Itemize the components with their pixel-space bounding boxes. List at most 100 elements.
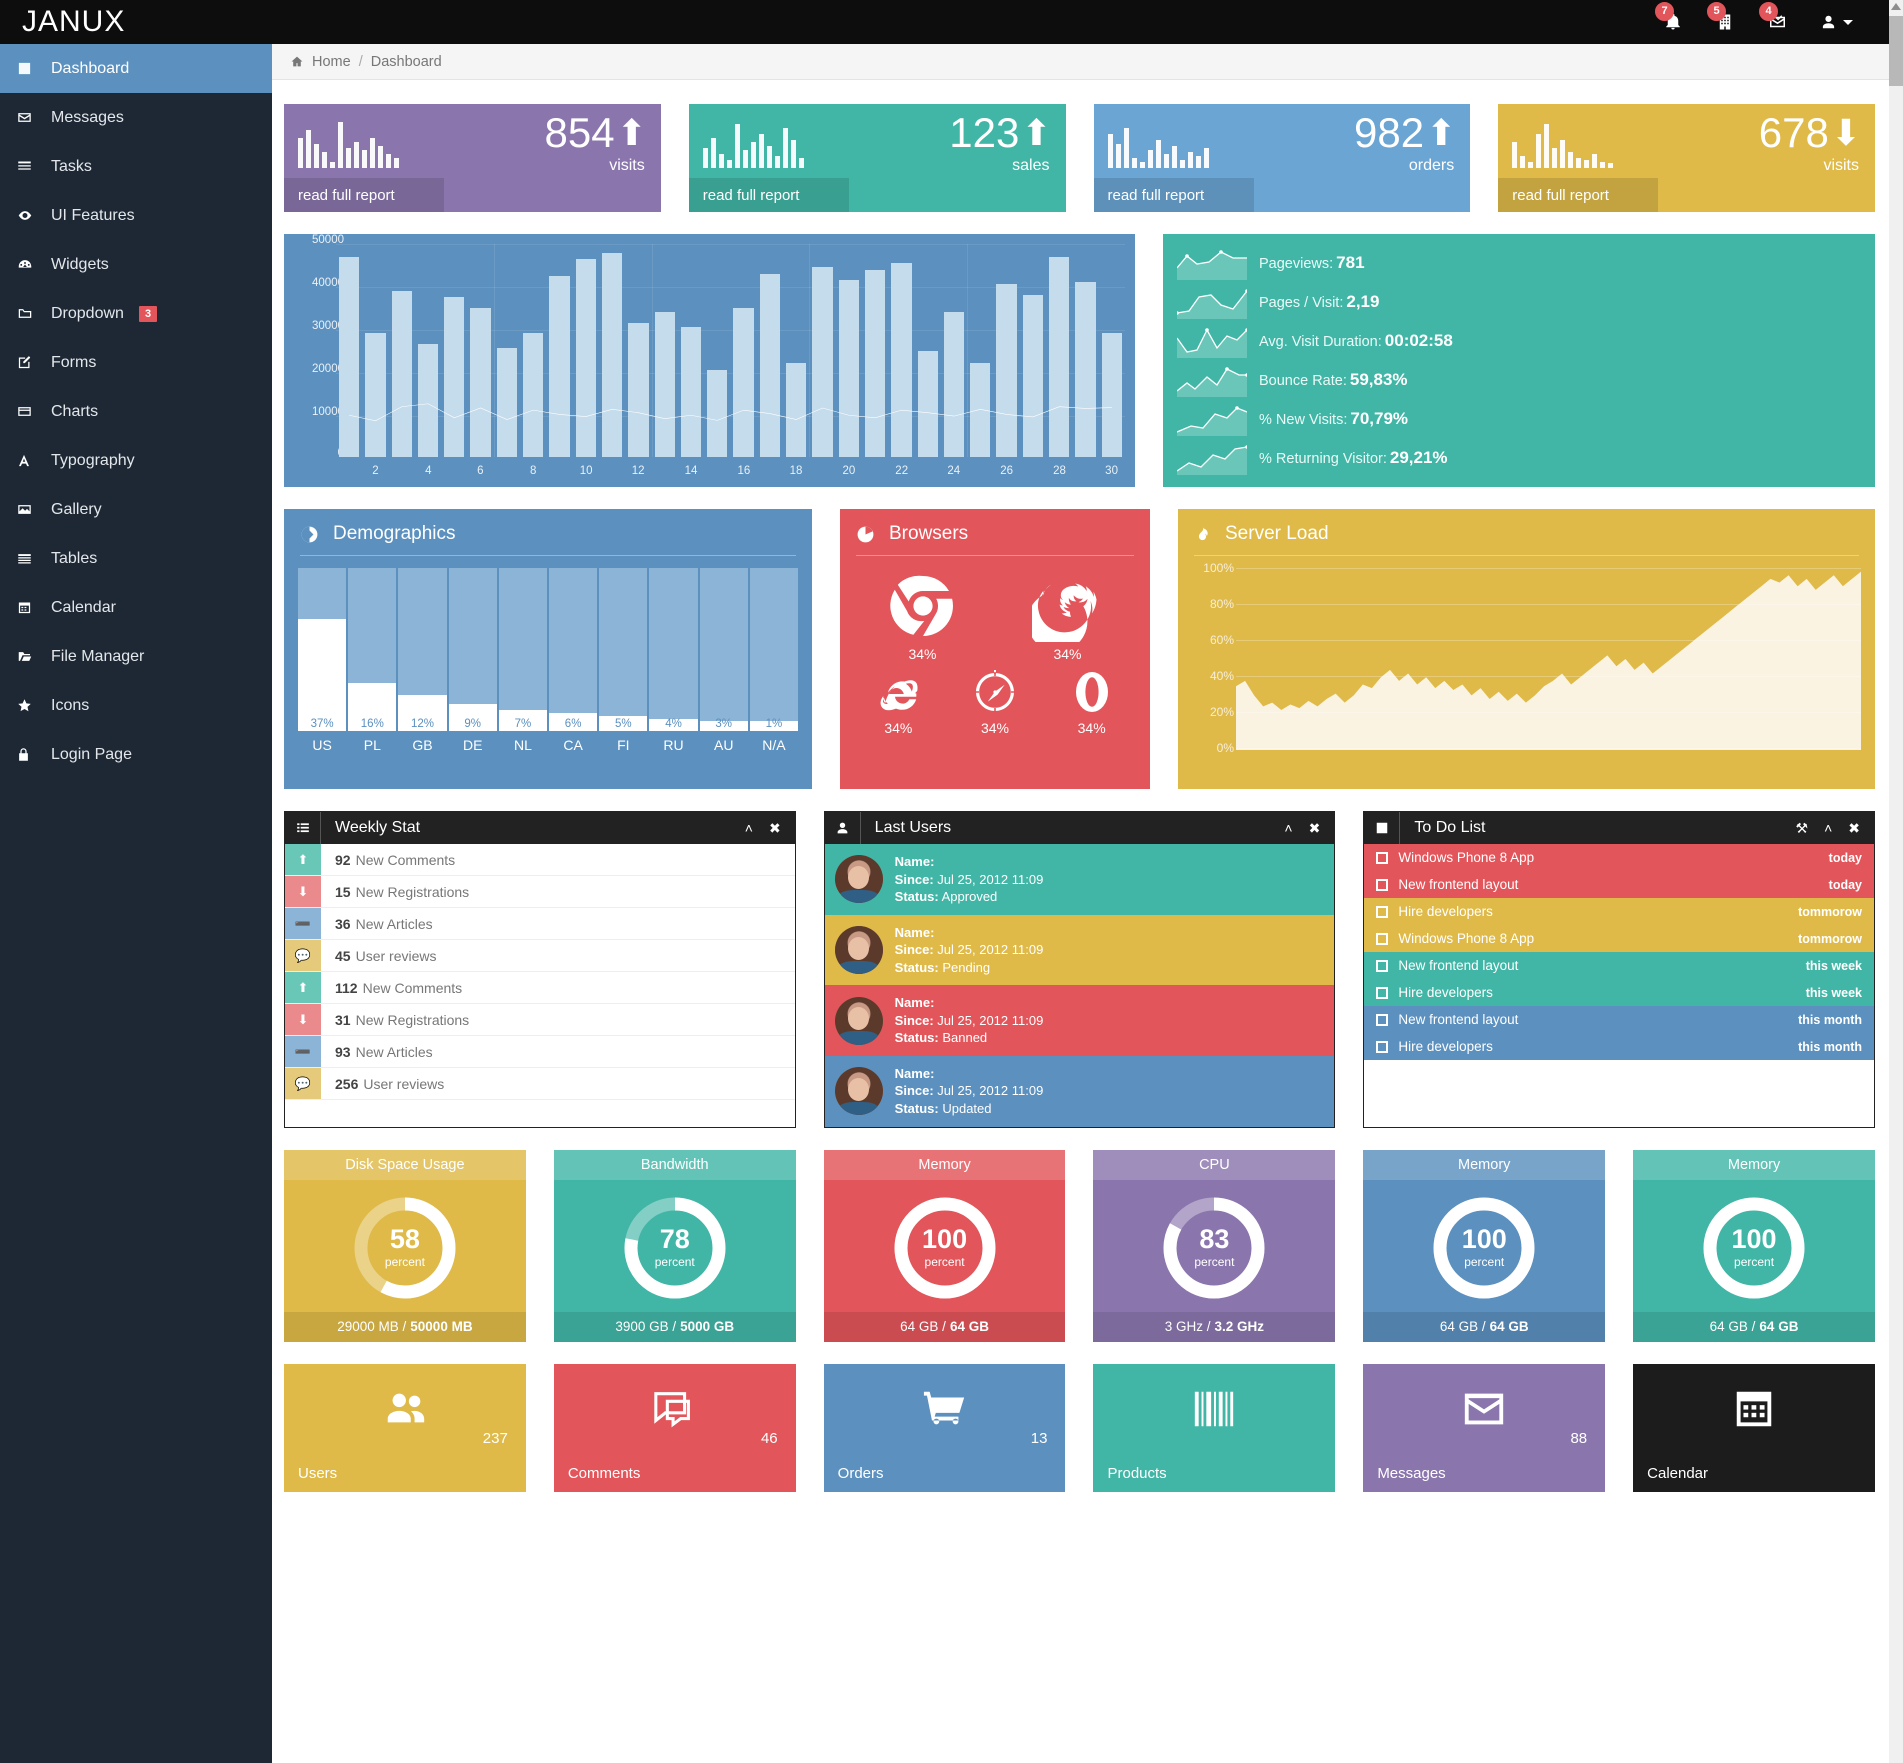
- demographics-column[interactable]: 1%: [749, 568, 799, 731]
- read-full-report-link[interactable]: read full report: [1093, 178, 1254, 212]
- browser-safari[interactable]: 34%: [971, 668, 1019, 736]
- brand-logo[interactable]: JANUX: [0, 0, 272, 44]
- todo-checkbox[interactable]: [1376, 851, 1389, 864]
- weekly-stat-row[interactable]: ➖ 36 New Articles: [285, 908, 795, 940]
- tile-orders[interactable]: 13 Orders: [823, 1363, 1066, 1492]
- last-user-row[interactable]: Name: Since: Jul 25, 2012 11:09 Status: B…: [824, 985, 1335, 1056]
- visits-bar-chart[interactable]: 50000 40000 30000 20000 10000 0: [284, 234, 1135, 487]
- close-button[interactable]: ✖: [1848, 820, 1860, 837]
- weekly-stat-row[interactable]: 💬 256 User reviews: [285, 1068, 795, 1100]
- breadcrumb-home[interactable]: Home: [312, 54, 351, 70]
- sidebar-item-calendar[interactable]: Calendar: [0, 583, 272, 632]
- demographics-column[interactable]: 7%: [498, 568, 548, 731]
- todo-row[interactable]: New frontend layout this month: [1364, 1006, 1875, 1033]
- todo-row[interactable]: New frontend layout this week: [1364, 952, 1875, 979]
- todo-checkbox[interactable]: [1376, 959, 1389, 972]
- gauge-card[interactable]: CPU 83 percent 3 GHz /3.2 GHz: [1093, 1149, 1336, 1342]
- weekly-stat-row[interactable]: ⬇ 31 New Registrations: [285, 1004, 795, 1036]
- todo-checkbox[interactable]: [1376, 986, 1389, 999]
- gauge-card[interactable]: Memory 100 percent 64 GB /64 GB: [823, 1149, 1066, 1342]
- scroll-thumb[interactable]: [1889, 16, 1903, 86]
- tile-users[interactable]: 237 Users: [284, 1363, 526, 1492]
- sidebar-item-dashboard[interactable]: Dashboard: [0, 44, 272, 93]
- todo-row[interactable]: Hire developers this week: [1364, 979, 1875, 1006]
- close-button[interactable]: ✖: [769, 820, 781, 837]
- sidebar-item-login-page[interactable]: Login Page: [0, 730, 272, 779]
- todo-checkbox[interactable]: [1376, 1013, 1389, 1026]
- visit-stat-row: Pageviews: 781: [1177, 244, 1861, 282]
- tile-products[interactable]: Products: [1093, 1363, 1336, 1492]
- last-user-row[interactable]: Name: Since: Jul 25, 2012 11:09 Status: P…: [824, 914, 1335, 986]
- todo-row[interactable]: Hire developers this month: [1364, 1033, 1875, 1060]
- browser-ie[interactable]: 34%: [874, 668, 922, 736]
- gauge-card[interactable]: Bandwidth 78 percent 3900 GB /5000 GB: [553, 1149, 796, 1342]
- browser-opera[interactable]: 34%: [1068, 668, 1116, 736]
- todo-row[interactable]: New frontend layout today: [1364, 871, 1875, 898]
- stat-card-visits-2[interactable]: 678 ⬇ visits read full report: [1498, 104, 1875, 212]
- todo-row[interactable]: Windows Phone 8 App tommorow: [1364, 925, 1875, 952]
- sidebar-item-widgets[interactable]: Widgets: [0, 240, 272, 289]
- scroll-up-arrow-icon[interactable]: [1891, 3, 1901, 10]
- close-button[interactable]: ✖: [1309, 820, 1321, 837]
- collapse-button[interactable]: ˄: [1824, 820, 1832, 837]
- calendar-icon: [16, 600, 38, 615]
- todo-checkbox[interactable]: [1376, 905, 1389, 918]
- gauge-card[interactable]: Memory 100 percent 64 GB /64 GB: [1363, 1149, 1606, 1342]
- demographics-column[interactable]: 5%: [599, 568, 648, 731]
- tile-comments[interactable]: 46 Comments: [553, 1363, 796, 1492]
- demographics-column[interactable]: 4%: [649, 568, 698, 731]
- x-tick: 28: [1053, 465, 1066, 477]
- gauge-card[interactable]: Disk Space Usage 58 percent 29000 MB /50000…: [284, 1149, 526, 1342]
- last-user-row[interactable]: Name: Since: Jul 25, 2012 11:09 Status: A…: [824, 844, 1335, 915]
- demographics-column[interactable]: 6%: [549, 568, 598, 731]
- sidebar-item-tables[interactable]: Tables: [0, 534, 272, 583]
- weekly-stat-row[interactable]: ⬇ 15 New Registrations: [285, 876, 795, 908]
- todo-row[interactable]: Hire developers tommorow: [1364, 898, 1875, 925]
- sidebar-item-ui-features[interactable]: UI Features: [0, 191, 272, 240]
- sidebar-item-tasks[interactable]: Tasks: [0, 142, 272, 191]
- stat-card-visits[interactable]: 854 ⬆ visits read full report: [284, 104, 661, 212]
- notifications-bell-icon[interactable]: 7: [1655, 2, 1682, 31]
- user-menu[interactable]: [1821, 14, 1853, 30]
- read-full-report-link[interactable]: read full report: [284, 178, 444, 212]
- weekly-stat-row[interactable]: ➖ 93 New Articles: [285, 1036, 795, 1068]
- demographics-column[interactable]: 12%: [398, 568, 447, 731]
- sidebar-item-dropdown[interactable]: Dropdown 3: [0, 289, 272, 338]
- tasks-building-icon[interactable]: 5: [1707, 2, 1734, 31]
- collapse-button[interactable]: ˄: [1284, 820, 1292, 837]
- gauge-card[interactable]: Memory 100 percent 64 GB /64 GB: [1633, 1149, 1875, 1342]
- weekly-stat-row[interactable]: ⬆ 92 New Comments: [285, 844, 795, 876]
- todo-checkbox[interactable]: [1376, 932, 1389, 945]
- read-full-report-link[interactable]: read full report: [1498, 178, 1659, 212]
- read-full-report-link[interactable]: read full report: [688, 178, 849, 212]
- collapse-button[interactable]: ˄: [745, 820, 753, 837]
- weekly-stat-row[interactable]: ⬆ 112 New Comments: [285, 972, 795, 1004]
- last-user-row[interactable]: Name: Since: Jul 25, 2012 11:09 Status: U…: [824, 1055, 1335, 1127]
- sidebar-item-file-manager[interactable]: File Manager: [0, 632, 272, 681]
- messages-envelope-icon[interactable]: 4: [1759, 2, 1787, 31]
- settings-button[interactable]: ⚒: [1796, 820, 1809, 837]
- todo-checkbox[interactable]: [1376, 878, 1389, 891]
- todo-checkbox[interactable]: [1376, 1040, 1389, 1053]
- sidebar-item-forms[interactable]: Forms: [0, 338, 272, 387]
- browser-chrome[interactable]: 34%: [887, 570, 959, 662]
- stat-card-sales[interactable]: 123 ⬆ sales read full report: [688, 104, 1066, 212]
- sidebar-item-icons[interactable]: Icons: [0, 681, 272, 730]
- sidebar-item-messages[interactable]: Messages: [0, 93, 272, 142]
- browser-firefox[interactable]: 34%: [1031, 570, 1104, 662]
- demographics-column[interactable]: 3%: [699, 568, 748, 731]
- stat-card-orders[interactable]: 982 ⬆ orders read full report: [1093, 104, 1471, 212]
- todo-row[interactable]: Windows Phone 8 App today: [1364, 844, 1875, 871]
- page-scrollbar[interactable]: [1889, 0, 1903, 1763]
- tile-calendar[interactable]: Calendar: [1633, 1363, 1875, 1492]
- weekly-stat-row[interactable]: 💬 45 User reviews: [285, 940, 795, 972]
- sidebar-item-charts[interactable]: Charts: [0, 387, 272, 436]
- demographics-column[interactable]: 37%: [298, 568, 347, 731]
- sidebar-item-typography[interactable]: Typography: [0, 436, 272, 485]
- sidebar-item-gallery[interactable]: Gallery: [0, 485, 272, 534]
- demographics-column[interactable]: 16%: [348, 568, 397, 731]
- demographics-column[interactable]: 9%: [448, 568, 497, 731]
- sparkline-icon: [1177, 289, 1247, 320]
- sidebar-label: Tasks: [51, 157, 92, 175]
- tile-messages[interactable]: 88 Messages: [1363, 1363, 1606, 1492]
